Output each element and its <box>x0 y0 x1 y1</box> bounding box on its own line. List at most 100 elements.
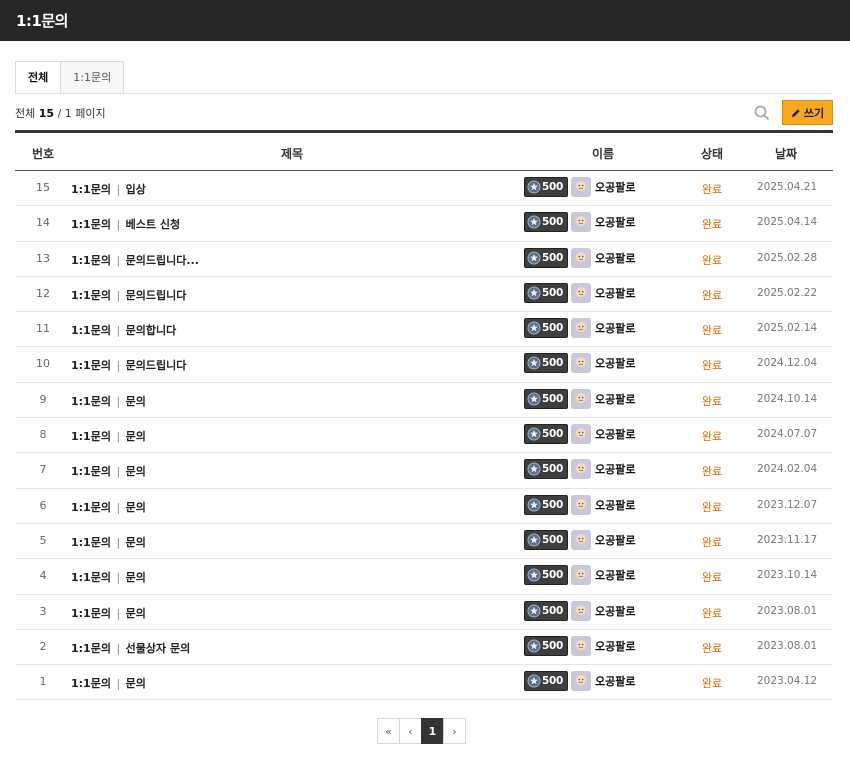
author-name: 오공팔로 <box>595 604 636 618</box>
row-date: 2023.11.17 <box>757 533 818 546</box>
inquiry-table: 번호 제목 이름 상태 날짜 15 1:1문의 | 입상 500 오공팔로 완료 2025… <box>15 130 833 701</box>
status-badge: 완료 <box>701 253 723 267</box>
count-pages: / 1 페이지 <box>57 107 106 120</box>
row-category: 1:1문의 <box>71 677 111 691</box>
tab-all[interactable]: 전체 <box>15 61 62 94</box>
table-row[interactable]: 10 1:1문의 | 문의드립니다 500 오공팔로 완료 2024.12.04 <box>15 347 833 383</box>
table-row[interactable]: 8 1:1문의 | 문의 500 오공팔로 완료 2024.07.07 <box>15 418 833 454</box>
title-separator: | <box>112 430 124 444</box>
table-row[interactable]: 15 1:1문의 | 입상 500 오공팔로 완료 2025.04.21 <box>15 171 833 207</box>
row-title-link[interactable]: 1:1문의 | 문의드립니다 <box>71 357 186 373</box>
table-row[interactable]: 2 1:1문의 | 선물상자 문의 500 오공팔로 완료 2023.08.01 <box>15 630 833 666</box>
write-button[interactable]: 쓰기 <box>782 100 833 125</box>
table-row[interactable]: 7 1:1문의 | 문의 500 오공팔로 완료 2024.02.04 <box>15 453 833 489</box>
row-subject: 문의드립니다... <box>125 253 199 267</box>
status-badge: 완료 <box>701 677 723 691</box>
row-category: 1:1문의 <box>71 394 111 408</box>
tabs-divider <box>15 93 833 94</box>
table-row[interactable]: 4 1:1문의 | 문의 500 오공팔로 완료 2023.10.14 <box>15 559 833 595</box>
avatar <box>571 424 591 445</box>
author[interactable]: 500 오공팔로 <box>524 600 636 621</box>
pagination: « ‹ 1 › <box>377 718 466 744</box>
title-separator: | <box>112 465 124 479</box>
table-row[interactable]: 14 1:1문의 | 베스트 신청 500 오공팔로 완료 2025.04.14 <box>15 206 833 242</box>
author[interactable]: 500 오공팔로 <box>524 318 635 339</box>
title-separator: | <box>112 253 124 267</box>
row-title-link[interactable]: 1:1문의 | 문의드립니다 <box>71 287 186 303</box>
row-number: 14 <box>36 216 50 230</box>
avatar <box>571 529 591 550</box>
author[interactable]: 500 오공팔로 <box>524 388 635 409</box>
author[interactable]: 500 오공팔로 <box>524 494 635 515</box>
badge-level: 500 <box>542 286 564 299</box>
row-date: 2024.12.04 <box>757 357 818 370</box>
row-category: 1:1문의 <box>71 430 111 444</box>
table-row[interactable]: 3 1:1문의 | 문의 500 오공팔로 완료 2023.08.01 <box>15 595 833 630</box>
author[interactable]: 500 오공팔로 <box>524 282 635 303</box>
status-badge: 완료 <box>701 288 723 302</box>
author[interactable]: 500 오공팔로 <box>524 635 635 656</box>
level-badge: 500 <box>524 671 568 692</box>
row-title-link[interactable]: 1:1문의 | 입상 <box>71 181 146 197</box>
search-button[interactable] <box>753 104 771 122</box>
table-row[interactable]: 12 1:1문의 | 문의드립니다 500 오공팔로 완료 2025.02.22 <box>15 277 833 313</box>
row-number: 1 <box>39 675 47 689</box>
author[interactable]: 500 오공팔로 <box>524 247 635 268</box>
title-separator: | <box>112 218 124 232</box>
table-row[interactable]: 1 1:1문의 | 문의 500 오공팔로 완료 2023.04.12 <box>15 665 833 701</box>
row-title-link[interactable]: 1:1문의 | 문의합니다 <box>71 322 176 338</box>
category-tabs: 전체 1:1문의 <box>15 61 125 94</box>
status-badge: 완료 <box>701 430 723 444</box>
badge-level: 500 <box>542 498 564 511</box>
row-title-link[interactable]: 1:1문의 | 문의 <box>71 499 146 515</box>
table-row[interactable]: 13 1:1문의 | 문의드립니다... 500 오공팔로 완료 2025.02.28 <box>15 242 833 277</box>
author[interactable]: 500 오공팔로 <box>524 565 635 586</box>
author-name: 오공팔로 <box>595 181 636 194</box>
row-title-link[interactable]: 1:1문의 | 문의 <box>71 428 146 444</box>
avatar <box>571 247 591 268</box>
badge-level: 500 <box>542 639 564 652</box>
row-date: 2023.04.12 <box>757 675 818 688</box>
page-1-button[interactable]: 1 <box>421 718 444 744</box>
status-badge: 완료 <box>701 359 723 373</box>
prev-page-button[interactable]: ‹ <box>399 718 422 744</box>
avatar <box>571 177 591 197</box>
status-badge: 완료 <box>701 394 723 408</box>
row-number: 2 <box>39 639 47 653</box>
row-title-link[interactable]: 1:1문의 | 문의 <box>71 534 146 550</box>
next-page-button[interactable]: › <box>443 718 466 744</box>
author[interactable]: 500 오공팔로 <box>524 353 635 374</box>
badge-level: 500 <box>542 675 564 688</box>
page-title: 1:1문의 <box>16 12 68 30</box>
row-title-link[interactable]: 1:1문의 | 베스트 신청 <box>71 216 180 232</box>
row-title-link[interactable]: 1:1문의 | 문의 <box>71 393 146 409</box>
tab-inquiry[interactable]: 1:1문의 <box>60 61 125 94</box>
author[interactable]: 500 오공팔로 <box>524 671 635 692</box>
author[interactable]: 500 오공팔로 <box>524 177 635 197</box>
table-row[interactable]: 9 1:1문의 | 문의 500 오공팔로 완료 2024.10.14 <box>15 383 833 419</box>
author[interactable]: 500 오공팔로 <box>524 424 635 445</box>
table-row[interactable]: 6 1:1문의 | 문의 500 오공팔로 완료 2023.12.07 <box>15 489 833 524</box>
first-page-button[interactable]: « <box>377 718 400 744</box>
author[interactable]: 500 오공팔로 <box>524 459 635 480</box>
row-title-link[interactable]: 1:1문의 | 문의 <box>71 569 146 585</box>
row-subject: 문의드립니다 <box>125 359 187 373</box>
badge-level: 500 <box>542 569 564 582</box>
row-category: 1:1문의 <box>71 288 111 302</box>
row-title-link[interactable]: 1:1문의 | 선물상자 문의 <box>71 640 190 656</box>
row-title-link[interactable]: 1:1문의 | 문의드립니다... <box>71 252 199 268</box>
row-subject: 선물상자 문의 <box>125 641 191 655</box>
row-title-link[interactable]: 1:1문의 | 문의 <box>71 605 146 621</box>
col-name: 이름 <box>591 147 615 161</box>
author[interactable]: 500 오공팔로 <box>524 212 635 233</box>
table-row[interactable]: 11 1:1문의 | 문의합니다 500 오공팔로 완료 2025.02.14 <box>15 312 833 348</box>
row-category: 1:1문의 <box>71 641 111 655</box>
row-title-link[interactable]: 1:1문의 | 문의 <box>71 675 146 691</box>
author[interactable]: 500 오공팔로 <box>524 529 635 550</box>
row-subject: 문의드립니다 <box>125 288 187 302</box>
level-badge: 500 <box>524 282 568 303</box>
row-title-link[interactable]: 1:1문의 | 문의 <box>71 463 146 479</box>
table-row[interactable]: 5 1:1문의 | 문의 500 오공팔로 완료 2023.11.17 <box>15 524 833 560</box>
badge-level: 500 <box>542 251 564 264</box>
level-badge: 500 <box>524 529 568 550</box>
